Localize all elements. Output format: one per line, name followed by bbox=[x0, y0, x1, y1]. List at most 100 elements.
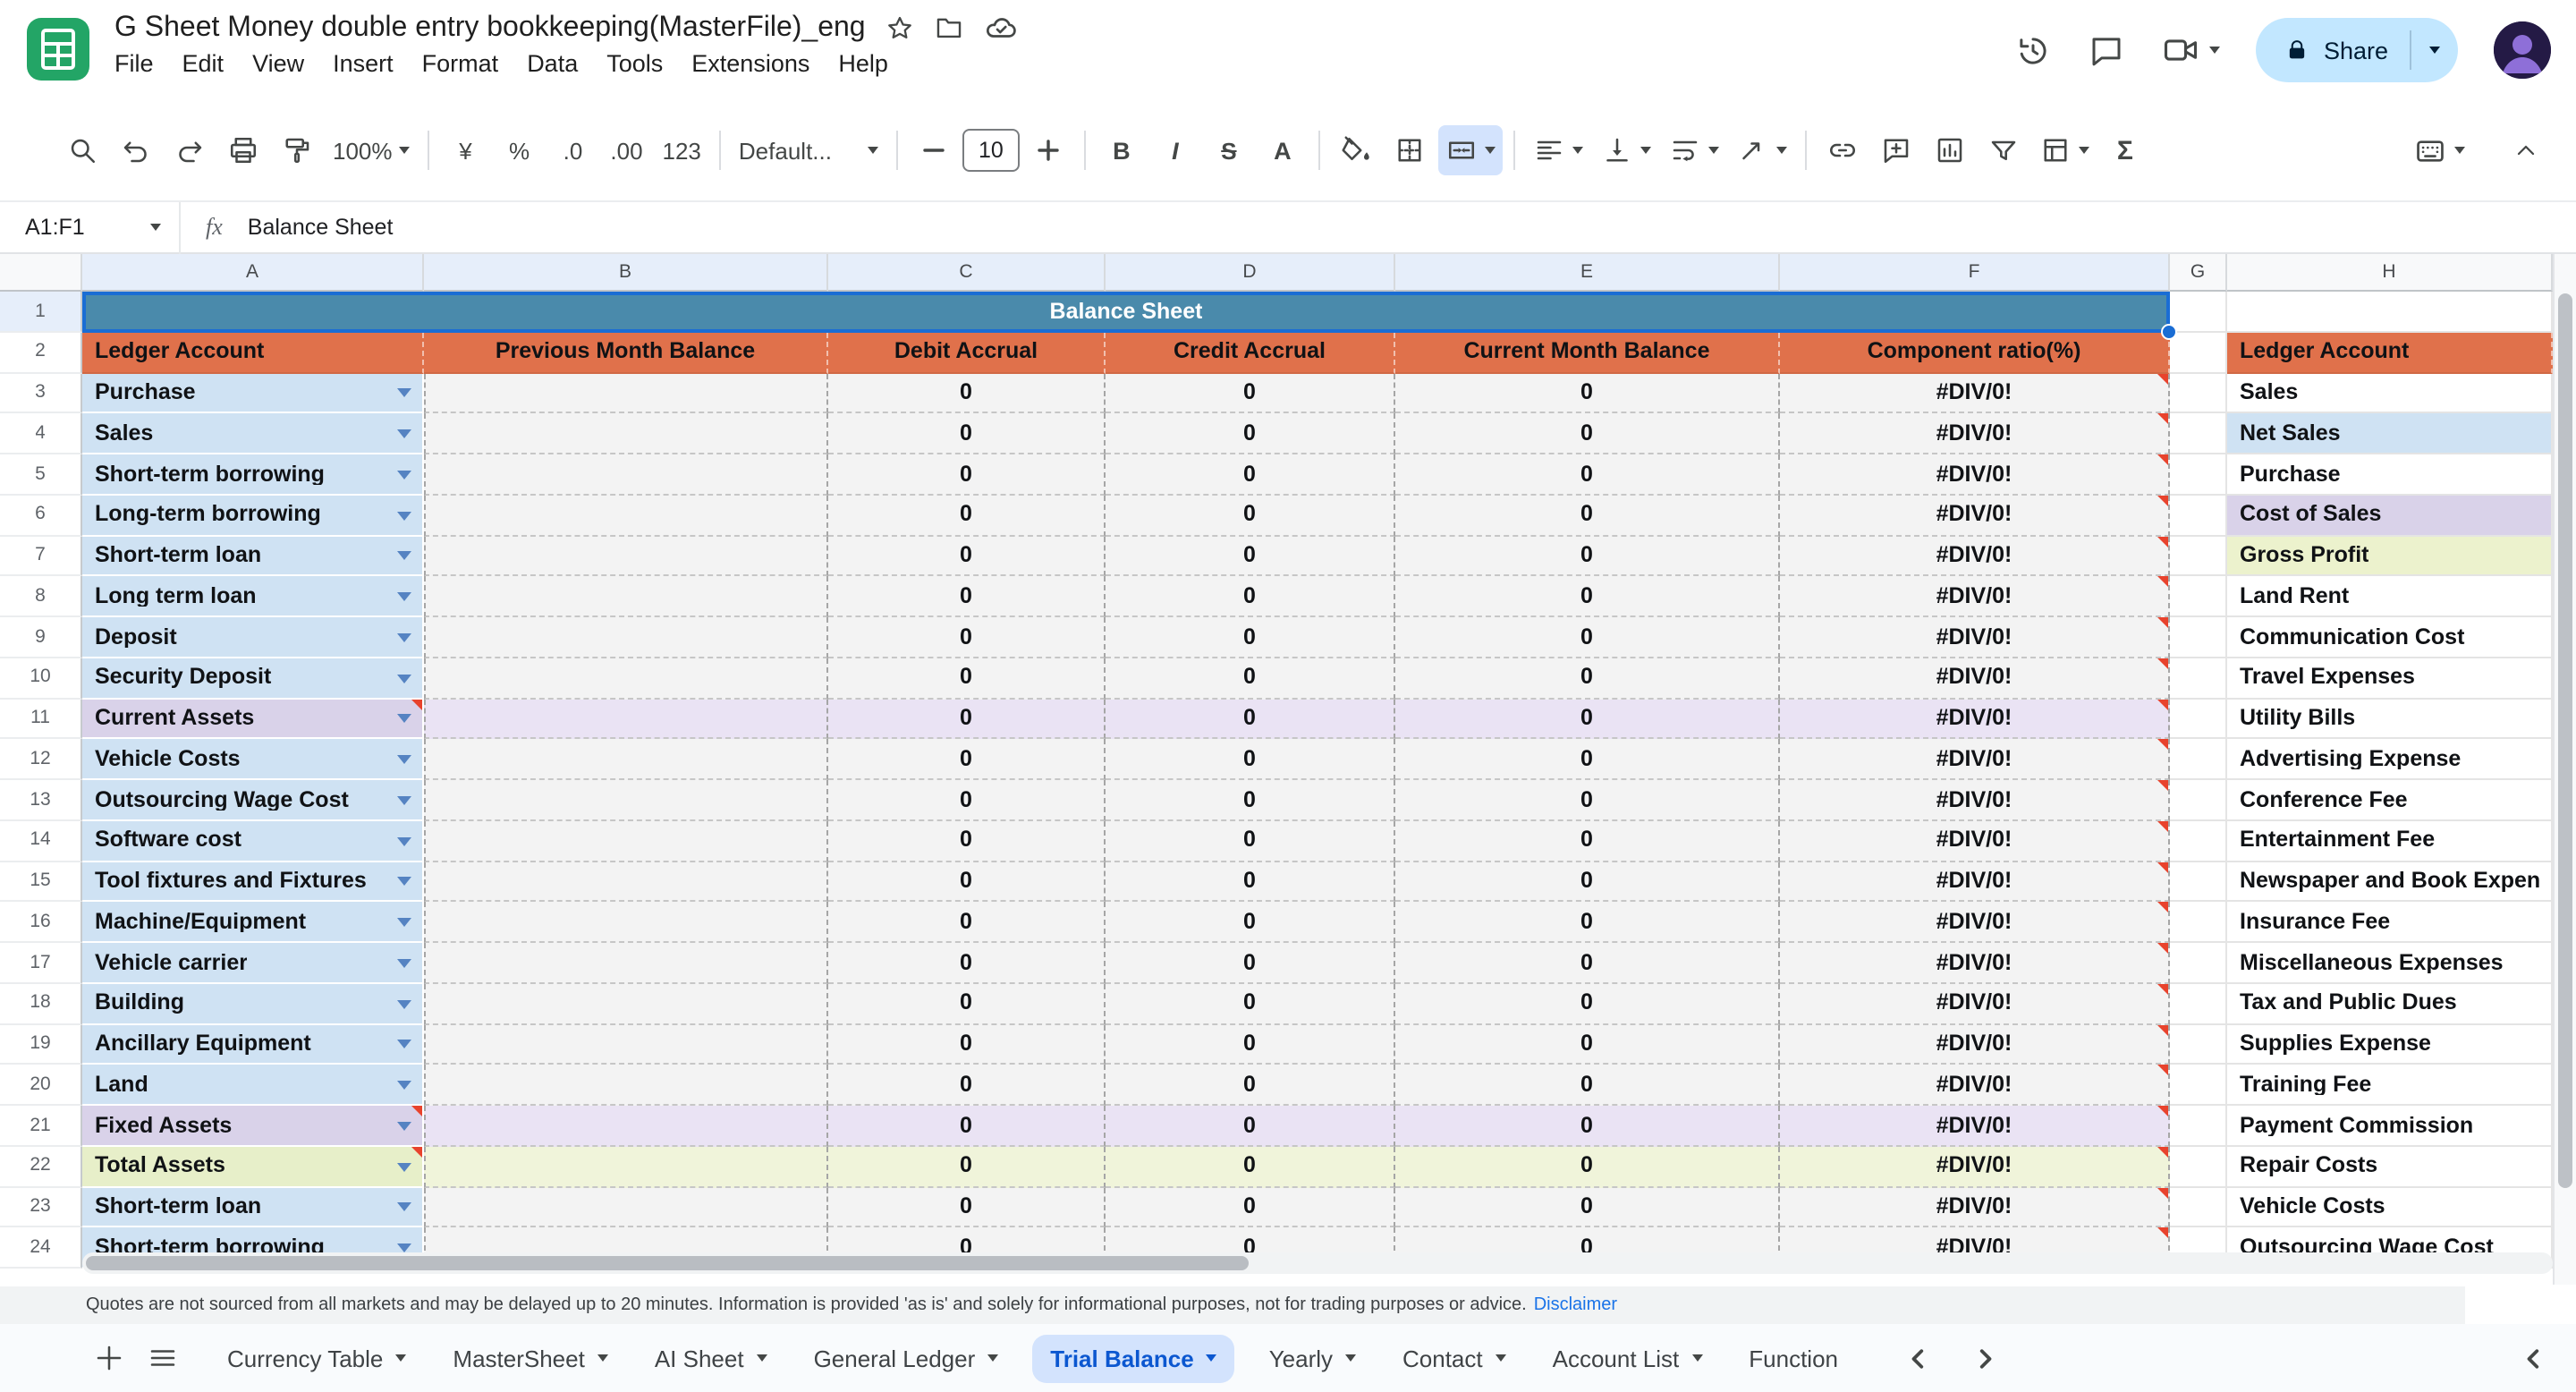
cell-C4[interactable]: 0 bbox=[828, 414, 1106, 455]
increase-decimal-button[interactable]: .00 bbox=[602, 125, 652, 175]
row-header-3[interactable]: 3 bbox=[0, 373, 82, 414]
cell-G9[interactable] bbox=[2170, 617, 2227, 658]
cell-H13[interactable]: Conference Fee bbox=[2227, 780, 2553, 821]
dropdown-icon[interactable] bbox=[397, 755, 411, 764]
chevron-down-icon[interactable] bbox=[1776, 147, 1787, 154]
cell-D11[interactable]: 0 bbox=[1106, 699, 1395, 740]
cell-B15[interactable] bbox=[424, 862, 828, 903]
cell-B20[interactable] bbox=[424, 1065, 828, 1107]
row-header-4[interactable]: 4 bbox=[0, 414, 82, 455]
star-icon[interactable] bbox=[886, 13, 914, 42]
text-wrap-button[interactable] bbox=[1662, 125, 1726, 175]
dropdown-icon[interactable] bbox=[397, 1081, 411, 1090]
dropdown-icon[interactable] bbox=[397, 511, 411, 520]
row-header-24[interactable]: 24 bbox=[0, 1228, 82, 1269]
format-currency-button[interactable]: ¥ bbox=[441, 125, 491, 175]
horizontal-scrollbar-thumb[interactable] bbox=[86, 1256, 1249, 1270]
dropdown-icon[interactable] bbox=[397, 796, 411, 805]
account-avatar[interactable] bbox=[2494, 21, 2551, 79]
sheet-tab-currency-table[interactable]: Currency Table bbox=[204, 1324, 429, 1392]
share-menu-caret[interactable] bbox=[2429, 47, 2440, 54]
row-header-5[interactable]: 5 bbox=[0, 454, 82, 496]
tab-menu-caret[interactable] bbox=[1496, 1354, 1506, 1362]
cell-E19[interactable]: 0 bbox=[1395, 1024, 1780, 1065]
meet-presentation-button[interactable] bbox=[2161, 30, 2220, 70]
paint-format-button[interactable] bbox=[272, 125, 322, 175]
cell-F11[interactable]: #DIV/0! bbox=[1780, 699, 2170, 740]
dropdown-icon[interactable] bbox=[397, 389, 411, 398]
sheet-tab-yearly[interactable]: Yearly bbox=[1246, 1324, 1379, 1392]
cell-E12[interactable]: 0 bbox=[1395, 740, 1780, 781]
cell-D21[interactable]: 0 bbox=[1106, 1106, 1395, 1147]
cell-G11[interactable] bbox=[2170, 699, 2227, 740]
row-header-13[interactable]: 13 bbox=[0, 780, 82, 821]
merge-cells-button[interactable] bbox=[1438, 125, 1503, 175]
dropdown-icon[interactable] bbox=[397, 429, 411, 438]
column-header-F[interactable]: F bbox=[1780, 254, 2170, 292]
functions-button[interactable]: Σ bbox=[2100, 125, 2150, 175]
cell-F19[interactable]: #DIV/0! bbox=[1780, 1024, 2170, 1065]
chevron-down-icon[interactable] bbox=[2079, 147, 2089, 154]
cell-H7[interactable]: Gross Profit bbox=[2227, 536, 2553, 577]
dropdown-icon[interactable] bbox=[397, 633, 411, 642]
cell-H5[interactable]: Purchase bbox=[2227, 454, 2553, 496]
share-button[interactable]: Share bbox=[2256, 18, 2458, 82]
tab-menu-caret[interactable] bbox=[395, 1354, 406, 1362]
font-size-input[interactable]: 10 bbox=[962, 129, 1020, 172]
create-filter-button[interactable] bbox=[1979, 125, 2029, 175]
cell-E7[interactable]: 0 bbox=[1395, 536, 1780, 577]
sheet-tab-contact[interactable]: Contact bbox=[1379, 1324, 1530, 1392]
cell-C7[interactable]: 0 bbox=[828, 536, 1106, 577]
cell-C11[interactable]: 0 bbox=[828, 699, 1106, 740]
cell-G12[interactable] bbox=[2170, 740, 2227, 781]
cell-H2[interactable]: Ledger Account bbox=[2227, 333, 2553, 374]
cell-F16[interactable]: #DIV/0! bbox=[1780, 903, 2170, 944]
chevron-down-icon[interactable] bbox=[1708, 147, 1719, 154]
dropdown-icon[interactable] bbox=[397, 715, 411, 724]
cell-F12[interactable]: #DIV/0! bbox=[1780, 740, 2170, 781]
cell-G1[interactable] bbox=[2170, 292, 2227, 333]
filter-views-button[interactable] bbox=[2032, 125, 2097, 175]
cell-D16[interactable]: 0 bbox=[1106, 903, 1395, 944]
cell-A2[interactable]: Ledger Account bbox=[82, 333, 424, 374]
select-all-corner[interactable] bbox=[0, 254, 82, 292]
more-formats-button[interactable]: 123 bbox=[656, 125, 708, 175]
sheet-tab-account-list[interactable]: Account List bbox=[1530, 1324, 1726, 1392]
cell-C19[interactable]: 0 bbox=[828, 1024, 1106, 1065]
cell-C16[interactable]: 0 bbox=[828, 903, 1106, 944]
cell-C17[interactable]: 0 bbox=[828, 943, 1106, 984]
bold-button[interactable]: B bbox=[1097, 125, 1147, 175]
cell-D2[interactable]: Credit Accrual bbox=[1106, 333, 1395, 374]
cell-B12[interactable] bbox=[424, 740, 828, 781]
cell-C22[interactable]: 0 bbox=[828, 1147, 1106, 1188]
cell-B8[interactable] bbox=[424, 577, 828, 618]
cell-A15[interactable]: Tool fixtures and Fixtures bbox=[82, 862, 424, 903]
sheet-tab-general-ledger[interactable]: General Ledger bbox=[791, 1324, 1022, 1392]
cell-F2[interactable]: Component ratio(%) bbox=[1780, 333, 2170, 374]
cell-F3[interactable]: #DIV/0! bbox=[1780, 373, 2170, 414]
sheet-tab-mastersheet[interactable]: MasterSheet bbox=[429, 1324, 631, 1392]
cell-D17[interactable]: 0 bbox=[1106, 943, 1395, 984]
cell-G18[interactable] bbox=[2170, 984, 2227, 1025]
cell-G14[interactable] bbox=[2170, 821, 2227, 862]
cell-A21[interactable]: Fixed Assets bbox=[82, 1106, 424, 1147]
cell-F5[interactable]: #DIV/0! bbox=[1780, 454, 2170, 496]
cell-G16[interactable] bbox=[2170, 903, 2227, 944]
cell-E11[interactable]: 0 bbox=[1395, 699, 1780, 740]
row-header-12[interactable]: 12 bbox=[0, 740, 82, 781]
cell-G8[interactable] bbox=[2170, 577, 2227, 618]
decrease-font-size-button[interactable] bbox=[909, 125, 959, 175]
row-header-7[interactable]: 7 bbox=[0, 536, 82, 577]
cell-B5[interactable] bbox=[424, 454, 828, 496]
cell-F6[interactable]: #DIV/0! bbox=[1780, 496, 2170, 537]
menu-edit[interactable]: Edit bbox=[168, 47, 239, 81]
cell-G10[interactable] bbox=[2170, 658, 2227, 700]
cell-B14[interactable] bbox=[424, 821, 828, 862]
cell-E9[interactable]: 0 bbox=[1395, 617, 1780, 658]
tab-menu-caret[interactable] bbox=[1691, 1354, 1702, 1362]
sheet-tab-trial-balance[interactable]: Trial Balance bbox=[1021, 1324, 1245, 1392]
cell-E22[interactable]: 0 bbox=[1395, 1147, 1780, 1188]
cell-G19[interactable] bbox=[2170, 1024, 2227, 1065]
cell-H18[interactable]: Tax and Public Dues bbox=[2227, 984, 2553, 1025]
cell-F14[interactable]: #DIV/0! bbox=[1780, 821, 2170, 862]
